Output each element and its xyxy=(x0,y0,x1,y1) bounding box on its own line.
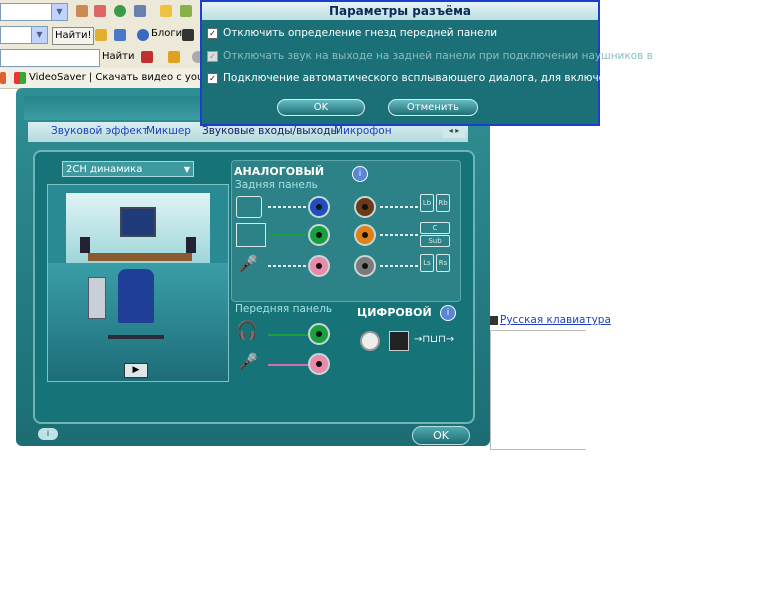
front-mic-cable xyxy=(268,364,308,366)
speaker-ls-icon: Ls xyxy=(420,254,434,272)
microphone-icon: 🎤 xyxy=(238,254,258,273)
chevron-down-icon: ▼ xyxy=(183,165,190,174)
front-microphone-icon: 🎤 xyxy=(238,352,258,371)
tab-audio-io[interactable]: Звуковые входы/выходы xyxy=(202,125,339,137)
speaker-rs-icon: Rs xyxy=(436,254,450,272)
mic-cable xyxy=(268,265,308,267)
jack-front-headphone-green[interactable] xyxy=(308,323,330,345)
headphones-icon: 🎧 xyxy=(236,320,259,341)
option-1-label: Отключить определение гнезд передней пан… xyxy=(223,27,498,39)
toolbar-row-3: Найти xyxy=(0,46,212,69)
tab-sound-effect[interactable]: Звуковой эффект xyxy=(51,125,148,137)
jack-center-orange[interactable] xyxy=(354,224,376,246)
speaker-sub-icon: Sub xyxy=(420,235,450,247)
center-cable xyxy=(380,234,418,236)
rear-panel-label: Задняя панель xyxy=(235,179,318,191)
keyboard-link[interactable]: Русская клавиатура xyxy=(500,314,611,326)
connector-settings-dialog: Параметры разъёма ✓ Отключить определени… xyxy=(200,0,659,126)
speakers-device-icon xyxy=(236,223,266,247)
analog-title: АНАЛОГОВЫЙ xyxy=(234,165,325,178)
toolbar-row-2: ▼ Найти! Блоги xyxy=(0,22,212,47)
search-input[interactable] xyxy=(0,49,100,67)
address-combo[interactable]: ▼ xyxy=(0,3,68,21)
front-panel-label: Передняя панель xyxy=(235,303,333,315)
speaker-config-value: 2CH динамика xyxy=(66,164,143,175)
desk-icon xyxy=(88,253,192,261)
line-in-device-icon xyxy=(236,196,262,218)
text-area-box[interactable] xyxy=(490,330,586,450)
videosaver-favicon-icon xyxy=(14,72,26,84)
option-2-label: Отключать звук на выходе на задней панел… xyxy=(223,50,653,62)
blogs-icon xyxy=(137,29,149,41)
option-3-checkbox[interactable]: ✓ xyxy=(207,73,218,84)
plugin-icon[interactable] xyxy=(180,5,192,17)
highlight-icon[interactable] xyxy=(141,51,153,63)
optical-jack-icon[interactable] xyxy=(389,331,409,351)
headphone-cable xyxy=(268,334,308,336)
digital-info-icon[interactable]: i xyxy=(440,305,456,321)
coaxial-jack-icon[interactable] xyxy=(360,331,380,351)
speaker-config-select[interactable]: 2CH динамика ▼ xyxy=(62,161,194,177)
room-illustration: ▶ xyxy=(47,184,229,382)
jack-side-gray[interactable] xyxy=(354,255,376,277)
play-button[interactable]: ▶ xyxy=(124,363,148,378)
digital-title: ЦИФРОВОЙ xyxy=(357,306,432,319)
pencil-icon[interactable] xyxy=(95,29,107,41)
dialog-ok-button[interactable]: OK xyxy=(277,99,365,116)
pc-tower-icon xyxy=(88,277,106,319)
mail-icon[interactable] xyxy=(94,5,106,17)
keyboard-icon xyxy=(490,316,498,325)
jack-rear-brown[interactable] xyxy=(354,196,376,218)
search-combo[interactable]: ▼ xyxy=(0,26,48,44)
page-icon[interactable] xyxy=(114,29,126,41)
tools-icon[interactable] xyxy=(134,5,146,17)
jack-line-out-green[interactable] xyxy=(308,224,330,246)
chevron-down-icon[interactable]: ▼ xyxy=(51,4,67,20)
jack-line-in-blue[interactable] xyxy=(308,196,330,218)
dialog-cancel-button[interactable]: Отменить xyxy=(388,99,478,116)
digital-signal-icon: →⊓⊔⊓→ xyxy=(414,334,455,345)
chevron-down-icon[interactable]: ▼ xyxy=(31,27,47,43)
option-3-label: Подключение автоматического всплывающего… xyxy=(223,72,659,84)
about-icon[interactable]: i xyxy=(38,428,58,440)
side-cable xyxy=(380,265,418,267)
find-button[interactable]: Найти! xyxy=(52,27,95,45)
phone-icon[interactable] xyxy=(182,29,194,41)
tab-scroll-arrows[interactable]: ◂ ▸ xyxy=(443,124,465,138)
search-button[interactable]: Найти xyxy=(102,49,134,65)
refresh-icon[interactable] xyxy=(114,5,126,17)
browser-tab-strip: VideoSaver | Скачать видео с youtub... xyxy=(0,68,229,89)
option-1-checkbox[interactable]: ✓ xyxy=(207,28,218,39)
right-speaker-icon xyxy=(186,237,196,253)
toolbar-row-1: ▼ xyxy=(0,0,212,23)
manager-ok-button[interactable]: OK xyxy=(412,426,470,445)
tab-favicon-icon xyxy=(0,72,6,84)
dialog-title: Параметры разъёма xyxy=(202,2,598,20)
edit-icon[interactable] xyxy=(76,5,88,17)
blogs-button[interactable]: Блоги xyxy=(151,26,182,42)
speaker-rb-icon: Rb xyxy=(436,194,450,212)
info-icon[interactable]: i xyxy=(352,166,368,182)
option-2-checkbox: ✓ xyxy=(207,51,218,62)
speaker-c-icon: C xyxy=(420,222,450,234)
chair-icon xyxy=(118,269,154,323)
line-in-cable xyxy=(268,206,308,208)
tab-mixer[interactable]: Микшер xyxy=(146,125,191,137)
left-speaker-icon xyxy=(80,237,90,253)
jack-mic-pink[interactable] xyxy=(308,255,330,277)
chair-base-icon xyxy=(108,335,164,339)
help-icon[interactable] xyxy=(160,5,172,17)
line-out-cable xyxy=(268,234,308,236)
speaker-lb-icon: Lb xyxy=(420,194,434,212)
rear-cable xyxy=(380,206,418,208)
monitor-icon xyxy=(120,207,156,237)
tab-microphone[interactable]: Микрофон xyxy=(334,125,392,137)
jack-front-mic-pink[interactable] xyxy=(308,353,330,375)
signal-icon[interactable] xyxy=(168,51,180,63)
